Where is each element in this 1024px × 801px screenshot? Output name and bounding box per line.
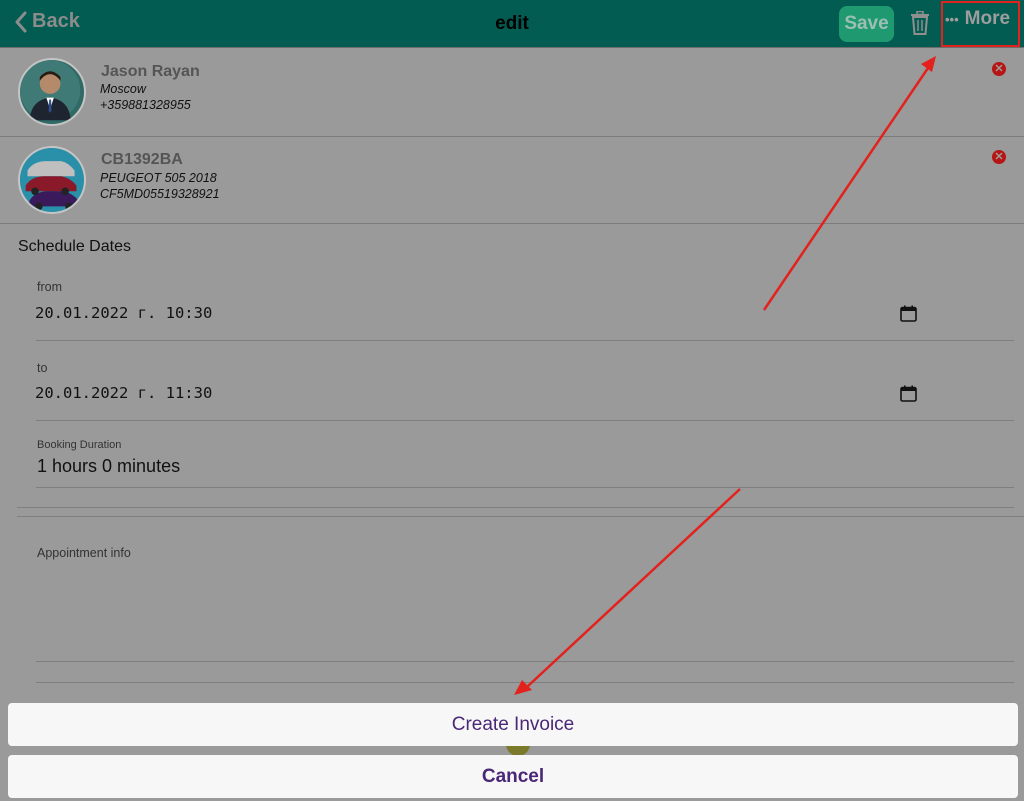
remove-vehicle-icon[interactable]: ✕: [992, 150, 1006, 164]
to-date-input[interactable]: 20.01.2022 г. 11:30: [35, 384, 212, 402]
client-row[interactable]: Jason Rayan Moscow +359881328955 ✕: [0, 48, 1024, 137]
more-highlight-box: [941, 1, 1020, 47]
client-name: Jason Rayan: [101, 63, 200, 80]
from-label: from: [37, 280, 62, 294]
vehicle-avatar: [18, 146, 86, 214]
remove-client-icon[interactable]: ✕: [992, 62, 1006, 76]
from-divider: [36, 340, 1014, 341]
appointment-info-label: Appointment info: [37, 546, 131, 560]
trash-icon[interactable]: [910, 11, 930, 35]
vehicle-model: PEUGEOT 505 2018: [100, 171, 217, 185]
chevron-left-icon: [15, 11, 27, 32]
arrow-to-create-invoice: [527, 488, 741, 687]
cancel-button[interactable]: Cancel: [8, 755, 1018, 798]
from-date-input[interactable]: 20.01.2022 г. 10:30: [35, 304, 212, 322]
save-button[interactable]: Save: [839, 6, 894, 42]
client-phone: +359881328955: [100, 98, 191, 112]
section-divider: [17, 507, 1014, 508]
create-invoice-button[interactable]: Create Invoice: [8, 703, 1018, 746]
vehicle-plate: CB1392BA: [101, 151, 183, 168]
top-bar: Back edit Save ••• More: [0, 0, 1024, 48]
client-avatar: [18, 58, 86, 126]
section-divider: [17, 516, 1024, 517]
calendar-icon[interactable]: [900, 385, 917, 402]
booking-duration-label: Booking Duration: [37, 439, 122, 451]
to-divider: [36, 420, 1014, 421]
vehicle-row[interactable]: CB1392BA PEUGEOT 505 2018 CF5MD055193289…: [0, 137, 1024, 224]
appointment-info-field[interactable]: [36, 661, 1014, 662]
schedule-section-title: Schedule Dates: [18, 238, 131, 255]
back-label: Back: [32, 10, 80, 32]
vehicle-vin: CF5MD05519328921: [100, 187, 220, 201]
field-divider: [36, 682, 1014, 683]
back-button[interactable]: Back: [14, 10, 80, 33]
duration-divider: [36, 487, 1014, 488]
booking-duration-value: 1 hours 0 minutes: [37, 456, 181, 476]
to-label: to: [37, 361, 48, 375]
client-city: Moscow: [100, 82, 146, 96]
calendar-icon[interactable]: [900, 305, 917, 322]
